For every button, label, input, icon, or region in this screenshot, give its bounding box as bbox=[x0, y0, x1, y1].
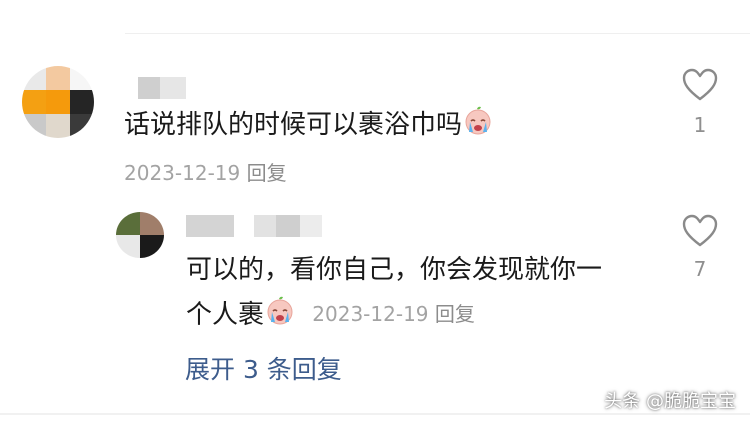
like-count: 7 bbox=[693, 257, 707, 281]
comment-text: 话说排队的时候可以裹浴巾吗 bbox=[124, 105, 494, 147]
crying-face-emoji bbox=[462, 105, 494, 147]
reply-text-line1: 可以的，看你自己，你会发现就你一 bbox=[186, 255, 603, 285]
reply-button[interactable]: 回复 bbox=[435, 302, 475, 326]
comment-meta: 2023-12-19 回复 bbox=[124, 157, 287, 186]
reply-meta: 2023-12-19 回复 bbox=[312, 302, 475, 326]
heart-outline-icon[interactable] bbox=[682, 214, 718, 248]
comment-thread: 话说排队的时候可以裹浴巾吗 2023-12-19 回复 1 可以的，看你自己，你… bbox=[0, 0, 750, 421]
comment-date: 2023-12-19 bbox=[124, 161, 241, 185]
username[interactable] bbox=[186, 215, 326, 237]
like-count: 1 bbox=[693, 113, 707, 137]
divider bbox=[0, 413, 750, 415]
crying-face-emoji bbox=[264, 295, 296, 337]
divider bbox=[125, 33, 750, 34]
reply-text-line2: 个人裹 2023-12-19 回复 bbox=[186, 295, 475, 337]
username[interactable] bbox=[138, 77, 186, 99]
watermark: 头条 @脆脆宝宝 bbox=[604, 391, 736, 412]
heart-outline-icon[interactable] bbox=[682, 68, 718, 102]
reply-button[interactable]: 回复 bbox=[247, 161, 287, 185]
reply-date: 2023-12-19 bbox=[312, 302, 429, 326]
avatar[interactable] bbox=[116, 212, 164, 258]
avatar[interactable] bbox=[22, 66, 94, 138]
expand-replies-button[interactable]: 展开 3 条回复 bbox=[185, 350, 342, 386]
